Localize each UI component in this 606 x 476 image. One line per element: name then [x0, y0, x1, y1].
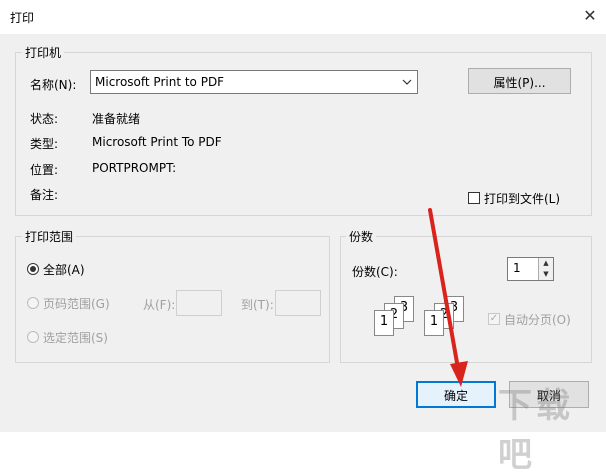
- watermark: 下载吧: [498, 386, 574, 475]
- annotation-arrow: [428, 208, 468, 387]
